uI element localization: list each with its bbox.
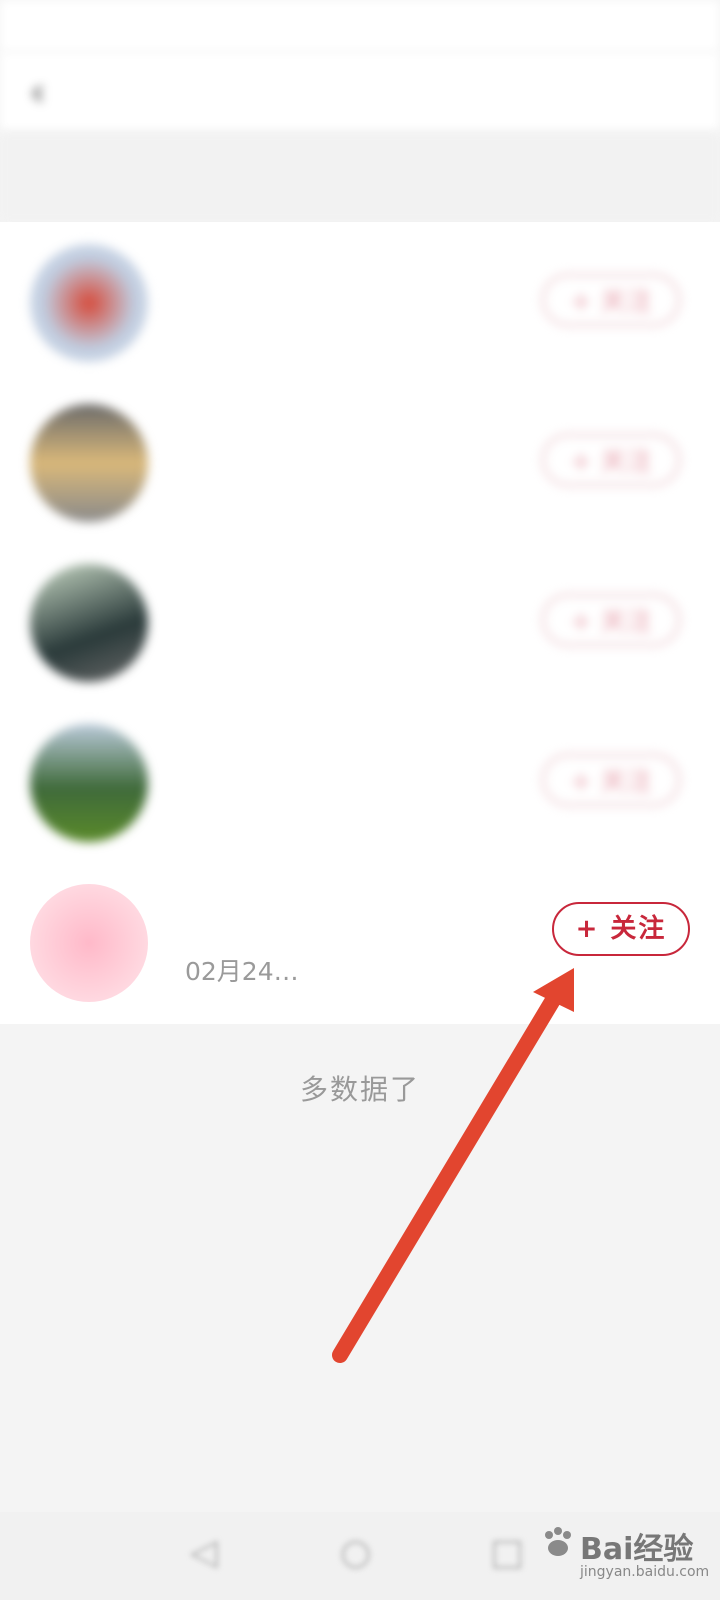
paw-icon xyxy=(545,1527,571,1556)
no-more-data-text: 多数据了 xyxy=(299,1073,420,1106)
avatar xyxy=(30,724,148,842)
no-more-data-message: 多数据了 xyxy=(0,1068,720,1108)
annotation-arrow-shaft xyxy=(332,987,564,1363)
avatar xyxy=(30,564,148,682)
avatar xyxy=(30,404,148,522)
watermark-url: jingyan.baidu.com xyxy=(580,1564,710,1580)
avatar xyxy=(30,244,148,362)
follow-button[interactable]: + 关注 xyxy=(552,902,690,956)
back-chevron-icon[interactable]: ‹ xyxy=(30,70,45,114)
follow-button[interactable]: + 关注 xyxy=(542,434,680,486)
contact-row[interactable]: + 关注 xyxy=(0,542,720,702)
screen: ‹ + 关注 + 关注 + 关注 + 关注 02月24… + 关注 多数据了 ◁… xyxy=(0,0,720,1600)
contact-row[interactable]: + 关注 xyxy=(0,222,720,382)
avatar xyxy=(30,884,148,1002)
nav-home-icon[interactable]: ○ xyxy=(340,1532,371,1573)
follow-button[interactable]: + 关注 xyxy=(542,594,680,646)
status-bar xyxy=(0,0,720,52)
watermark-brand: Bai经验 xyxy=(580,1532,694,1567)
contact-row-highlighted[interactable]: 02月24… + 关注 xyxy=(0,862,720,1022)
nav-back-icon[interactable]: ◁ xyxy=(190,1532,218,1573)
list-subheader xyxy=(0,132,720,222)
baidu-jingyan-watermark: Bai经验 jingyan.baidu.com xyxy=(540,1518,710,1588)
follow-button[interactable]: + 关注 xyxy=(542,754,680,806)
nav-recent-icon[interactable]: □ xyxy=(490,1532,524,1573)
contact-row[interactable]: + 关注 xyxy=(0,702,720,862)
contact-subtitle: 02月24… xyxy=(185,952,299,988)
follow-button[interactable]: + 关注 xyxy=(542,274,680,326)
nav-bar: ‹ xyxy=(0,52,720,132)
contact-row[interactable]: + 关注 xyxy=(0,382,720,542)
contact-subtitle-visible: 02月24… xyxy=(185,957,299,986)
